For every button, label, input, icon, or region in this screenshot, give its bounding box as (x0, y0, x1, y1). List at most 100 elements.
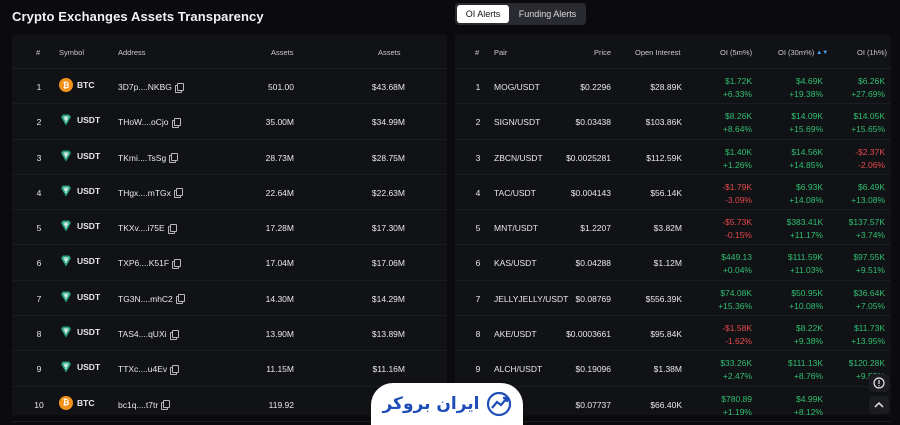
usdt-icon (59, 254, 73, 268)
copy-icon[interactable] (170, 364, 180, 375)
table-row[interactable]: 6 KAS/USDT $0.04288 $1.12M $449.13 +0.04% $111… (455, 245, 891, 281)
oi-change-percent: +15.36% (718, 300, 752, 311)
row-number: 4 (36, 187, 42, 198)
copy-icon[interactable] (161, 400, 171, 411)
table-row[interactable]: 9 USDT TTXc....u4Ev 11.15M $11.16M (12, 351, 447, 387)
oi-5m-cell: $74.08K +15.36% (697, 287, 752, 313)
open-interest-value: $3.82M (653, 223, 682, 234)
symbol-cell: USDT (59, 290, 100, 304)
assets-value: $17.30M (371, 223, 405, 234)
oi-change-percent: -3.09% (725, 194, 752, 205)
table-row[interactable]: 4 TAC/USDT $0.004143 $56.14K -$1.79K -3.09% $6… (455, 175, 891, 211)
col-header-oi-1h[interactable]: OI (1h%) (857, 48, 887, 57)
row-number: 9 (475, 364, 481, 375)
usdt-icon (59, 360, 73, 374)
oi-change-amount: $1.72K (725, 76, 752, 86)
assets-amount: 17.04M (265, 258, 294, 269)
assets-amount: 13.90M (265, 329, 294, 340)
assets-amount: 35.00M (265, 117, 294, 128)
copy-icon[interactable] (171, 117, 181, 128)
table-row[interactable]: 8 AKE/USDT $0.0003661 $95.84K -$1.58K -1.62% $… (455, 316, 891, 352)
chevron-up-icon (874, 401, 884, 408)
oi-change-amount: $4.69K (796, 76, 823, 86)
table-row[interactable]: 1 ₿ BTC 3D7p....NKBG 501.00 $43.68M (12, 69, 447, 105)
oi-5m-cell: $33.26K +2.47% (697, 357, 752, 383)
copy-icon[interactable] (169, 329, 179, 340)
oi-change-percent: +8.12% (793, 406, 823, 417)
oi-change-percent: +7.05% (855, 300, 885, 311)
copy-icon[interactable] (173, 188, 183, 199)
table-row[interactable]: 2 SIGN/USDT $0.03438 $103.86K $8.26K +8.64% $1… (455, 104, 891, 140)
symbol-cell: USDT (59, 219, 100, 233)
pair-label: ZBCN/USDT (494, 152, 543, 163)
table-row[interactable]: 1 MOG/USDT $0.2296 $28.89K $1.72K +6.33% $4.69… (455, 69, 891, 105)
oi-change-percent: +13.95% (851, 336, 885, 347)
tab-oi-alerts[interactable]: OI Alerts (457, 5, 509, 23)
table-row[interactable]: 3 ZBCN/USDT $0.0025281 $112.59K $1.40K +1.26%… (455, 140, 891, 175)
col-header-oi-30m[interactable]: OI (30m%) ▲▼ (778, 48, 828, 57)
row-number: 2 (36, 117, 42, 128)
oi-30m-cell: $50.95K +10.08% (765, 287, 823, 313)
assets-value: $13.89M (371, 329, 405, 340)
oi-5m-cell: $449.13 +0.04% (697, 251, 752, 277)
oi-change-percent: +8.76% (793, 371, 823, 382)
oi-1h-cell: -$2.37K -2.06% (827, 146, 885, 172)
table-row[interactable]: 8 USDT TAS4....qUXi 13.90M $13.89M (12, 316, 447, 352)
table-row[interactable]: 4 USDT THgx....mTGx 22.64M $22.63M (12, 175, 447, 211)
copy-icon[interactable] (167, 223, 177, 234)
copy-icon[interactable] (172, 258, 182, 269)
table-row[interactable]: 9 ALCH/USDT $0.19096 $1.38M $33.26K +2.47% $11… (455, 351, 891, 387)
col-header-oi-5m[interactable]: OI (5m%) (720, 48, 752, 57)
oi-30m-cell: $8.22K +9.38% (765, 322, 823, 348)
oi-change-percent: +15.69% (789, 124, 823, 135)
oi-30m-cell: $6.93K +14.08% (765, 181, 823, 207)
oi-change-amount: $14.09K (791, 111, 823, 122)
table-header: # Pair Price Open Interest OI (5m%) OI (… (455, 35, 891, 69)
oi-change-amount: $36.64K (853, 287, 885, 298)
table-row[interactable]: 5 MNT/USDT $1.2207 $3.82M -$5.73K -0.15% $383.… (455, 210, 891, 246)
col-header-assets-value[interactable]: Assets (378, 48, 401, 57)
symbol-label: USDT (77, 327, 101, 338)
watermark-text: ایران بروکر (382, 394, 480, 414)
table-row[interactable]: 5 USDT TKXv....i75E 17.28M $17.30M (12, 210, 447, 246)
assets-amount: 11.15M (266, 364, 294, 375)
oi-1h-cell: $137.57K +3.74% (827, 216, 885, 242)
info-button[interactable] (869, 374, 889, 392)
address-text: TKmi....TsSg (118, 152, 167, 163)
table-body: 1 ₿ BTC 3D7p....NKBG 501.00 $43.68M 2 USDT THoW.… (12, 69, 447, 422)
assets-amount: 119.92 (268, 399, 294, 410)
price-value: $0.004143 (570, 187, 611, 198)
sort-icon[interactable]: ▲▼ (816, 50, 828, 56)
oi-30m-cell: $4.69K +19.38% (765, 75, 823, 101)
table-row[interactable]: 2 USDT THoW....oCjo 35.00M $34.99M (12, 104, 447, 140)
usdt-icon (59, 219, 73, 233)
col-header-price[interactable]: Price (594, 48, 611, 57)
col-header-open-interest[interactable]: Open Interest (635, 48, 680, 57)
table-row[interactable]: 7 JELLYJELLY/USDT $0.08769 $556.39K $74.08K +… (455, 281, 891, 317)
oi-5m-cell: -$1.79K -3.09% (697, 181, 752, 207)
table-row[interactable]: 7 USDT TG3N....mhC2 14.30M $14.29M (12, 281, 447, 317)
row-number: 8 (36, 329, 42, 340)
table-row[interactable]: 3 USDT TKmi....TsSg 28.73M $28.75M (12, 140, 447, 175)
scroll-top-button[interactable] (869, 396, 889, 414)
col-header-assets-amount[interactable]: Assets (271, 48, 294, 57)
oi-change-percent: +6.33% (722, 89, 752, 99)
symbol-label: USDT (77, 256, 101, 267)
chart-logo-icon (486, 391, 511, 417)
copy-icon[interactable] (175, 294, 185, 305)
copy-icon[interactable] (169, 153, 179, 164)
assets-value: $14.29M (371, 293, 405, 304)
oi-change-amount: $1.40K (725, 146, 752, 157)
tab-funding-alerts[interactable]: Funding Alerts (511, 5, 584, 23)
symbol-cell: USDT (59, 113, 100, 127)
assets-value: $17.06M (371, 258, 405, 269)
oi-change-percent: +9.51% (855, 265, 885, 276)
open-interest-value: $66.40K (650, 399, 682, 410)
symbol-cell: USDT (59, 149, 100, 163)
usdt-icon (59, 149, 73, 163)
symbol-cell: ₿ BTC (59, 78, 94, 92)
copy-icon[interactable] (174, 82, 184, 93)
oi-change-amount: $33.26K (720, 358, 752, 369)
table-row[interactable]: 6 USDT TXP6....K51F 17.04M $17.06M (12, 245, 447, 281)
oi-change-amount: $449.13 (721, 252, 752, 263)
